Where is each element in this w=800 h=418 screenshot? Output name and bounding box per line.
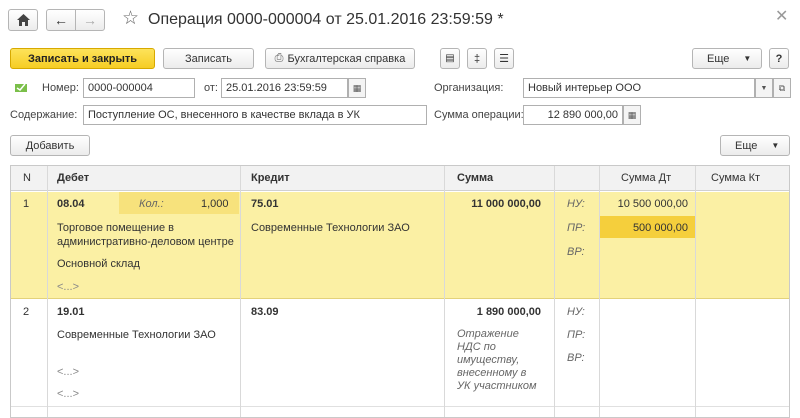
calendar-button[interactable]: ▦	[348, 78, 366, 98]
table-more-button[interactable]: Еще ▼	[720, 135, 790, 156]
sum-dt-nu[interactable]: 10 500 000,00	[600, 198, 688, 210]
home-button[interactable]	[8, 9, 38, 31]
window-title: Операция 0000-000004 от 25.01.2016 23:59…	[148, 11, 504, 28]
header-sum-kt: Сумма Кт	[711, 172, 761, 184]
organization-dropdown-button[interactable]: ▼	[755, 78, 773, 98]
help-button[interactable]: ?	[769, 48, 789, 69]
content-label: Содержание:	[10, 109, 78, 121]
table-row[interactable]	[11, 300, 789, 407]
debit-subconto-3[interactable]: <...>	[57, 281, 79, 293]
open-link-icon: ⧉	[778, 82, 786, 93]
attachment-button[interactable]: ‡	[467, 48, 487, 69]
arrow-left-icon: ←	[54, 12, 68, 28]
dropdown-arrow-icon: ▼	[743, 54, 752, 63]
row-number: 1	[23, 198, 30, 210]
list-icon-button[interactable]: ☰	[494, 48, 514, 69]
organization-input[interactable]: Новый интерьер ООО	[523, 78, 755, 98]
sum-dt-pr[interactable]: 500 000,00	[600, 222, 688, 234]
save-and-close-button[interactable]: Записать и закрыть	[10, 48, 155, 69]
more-label: Еще	[707, 52, 730, 65]
row-sum[interactable]: 1 890 000,00	[451, 306, 541, 318]
row-comment-line4: внесенному в	[457, 367, 527, 379]
calculator-icon: ▦	[627, 109, 637, 120]
posted-status-icon	[14, 80, 28, 94]
row-comment[interactable]: Отражение	[457, 328, 519, 340]
debit-subconto-3[interactable]: <...>	[57, 388, 79, 400]
vr-label: ВР:	[567, 246, 585, 258]
accounting-report-label: Бухгалтерская справка	[287, 52, 406, 65]
column-divider	[599, 166, 600, 417]
row-comment-line5: УК участником	[457, 380, 537, 392]
more-button[interactable]: Еще ▼	[692, 48, 762, 69]
debit-account[interactable]: 08.04	[57, 198, 85, 210]
save-button[interactable]: Записать	[163, 48, 254, 69]
list-icon: ☰	[499, 53, 509, 65]
header-debit: Дебет	[57, 172, 90, 184]
forward-button[interactable]: →	[75, 9, 105, 31]
document-icon: ▤	[445, 53, 455, 64]
paperclip-icon: ‡	[473, 52, 481, 65]
content-input[interactable]: Поступление ОС, внесенного в качестве вк…	[83, 105, 427, 125]
nu-label: НУ:	[567, 198, 585, 210]
date-input[interactable]: 25.01.2016 23:59:59	[221, 78, 348, 98]
debit-subconto-1[interactable]: Современные Технологии ЗАО	[57, 329, 216, 341]
dropdown-arrow-icon: ▼	[771, 141, 780, 150]
accounting-report-button[interactable]: ⎙ Бухгалтерская справка	[265, 48, 415, 69]
debit-subconto-2[interactable]: Основной склад	[57, 258, 140, 270]
row-comment-line3: имуществу,	[457, 354, 520, 366]
table-more-label: Еще	[735, 139, 758, 152]
nu-label: НУ:	[567, 306, 585, 318]
number-label: Номер:	[42, 82, 79, 94]
dropdown-arrow-icon: ▼	[760, 84, 768, 92]
operation-sum-label: Сумма операции:	[434, 109, 524, 121]
debit-account[interactable]: 19.01	[57, 306, 85, 318]
column-divider	[240, 166, 241, 417]
document-icon-button[interactable]: ▤	[440, 48, 460, 69]
debit-subconto-2[interactable]: <...>	[57, 366, 79, 378]
header-sum: Сумма	[457, 172, 494, 184]
table-header	[11, 166, 789, 191]
arrow-right-icon: →	[83, 12, 97, 28]
date-label: от:	[204, 82, 218, 94]
quantity-value[interactable]: 1,000	[201, 198, 229, 210]
favorite-star-icon[interactable]: ☆	[122, 8, 139, 30]
credit-subconto-1[interactable]: Современные Технологии ЗАО	[251, 222, 410, 234]
printer-icon: ⎙	[274, 52, 284, 64]
pr-label: ПР:	[567, 329, 586, 341]
debit-subconto-1[interactable]: Торговое помещение в	[57, 222, 174, 234]
credit-account[interactable]: 75.01	[251, 198, 279, 210]
header-n: N	[23, 172, 31, 184]
calendar-icon: ▦	[352, 82, 362, 93]
row-number: 2	[23, 306, 30, 318]
header-credit: Кредит	[251, 172, 290, 184]
number-input[interactable]: 0000-000004	[83, 78, 195, 98]
vr-label: ВР:	[567, 352, 585, 364]
row-sum[interactable]: 11 000 000,00	[451, 198, 541, 210]
debit-subconto-1-line2: административно-деловом центре	[57, 236, 234, 248]
close-icon[interactable]: ✕	[775, 8, 788, 26]
column-divider	[47, 166, 48, 417]
back-button[interactable]: ←	[46, 9, 76, 31]
operation-sum-input[interactable]: 12 890 000,00	[523, 105, 623, 125]
organization-open-button[interactable]: ⧉	[773, 78, 791, 98]
column-divider	[444, 166, 445, 417]
header-sum-dt: Сумма Дт	[621, 172, 672, 184]
column-divider	[554, 166, 555, 417]
add-row-button[interactable]: Добавить	[10, 135, 90, 156]
credit-account[interactable]: 83.09	[251, 306, 279, 318]
entries-table: N Дебет Кредит Сумма Сумма Дт Сумма Кт 1…	[10, 165, 790, 418]
pr-label: ПР:	[567, 222, 586, 234]
calculator-button[interactable]: ▦	[623, 105, 641, 125]
row-comment-line2: НДС по	[457, 341, 496, 353]
organization-label: Организация:	[434, 82, 504, 94]
quantity-label: Кол.:	[139, 198, 164, 210]
column-divider	[695, 166, 696, 417]
home-icon	[16, 14, 30, 26]
